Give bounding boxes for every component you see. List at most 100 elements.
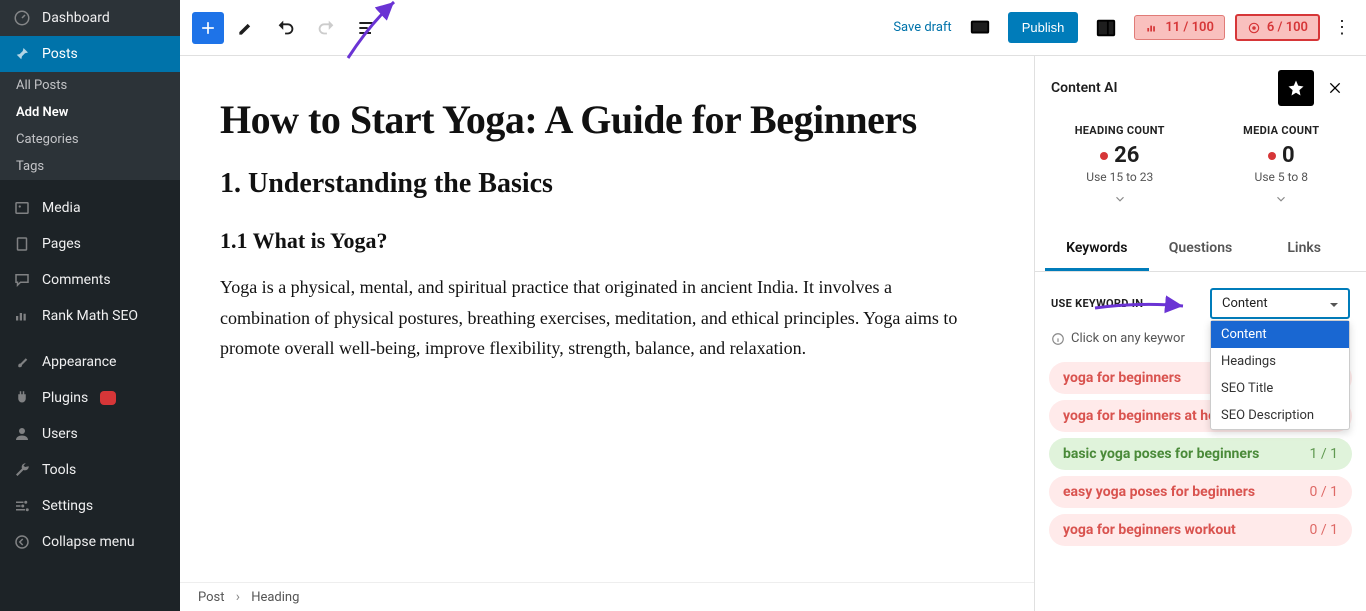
wp-admin-sidebar: Dashboard Posts All Posts Add New Catego… xyxy=(0,0,180,611)
media-count-range: Use 5 to 8 xyxy=(1201,170,1363,184)
sidebar-item-label: Dashboard xyxy=(42,10,110,26)
sidebar-subitem-tags[interactable]: Tags xyxy=(0,153,180,180)
panel-stats: HEADING COUNT 26 Use 15 to 23 MEDIA COUN… xyxy=(1035,116,1366,216)
panel-tabs: Keywords Questions Links xyxy=(1035,228,1366,272)
sidebar-item-label: Appearance xyxy=(42,354,116,370)
use-keyword-select[interactable]: Content xyxy=(1210,288,1350,319)
add-block-button[interactable] xyxy=(192,12,224,44)
dropdown-item-headings[interactable]: Headings xyxy=(1211,348,1349,375)
breadcrumb-current[interactable]: Heading xyxy=(251,590,299,605)
post-heading-h2[interactable]: 1. Understanding the Basics xyxy=(220,168,960,200)
heading-count-label: HEADING COUNT xyxy=(1039,124,1201,137)
sidebar-subitem-add-new[interactable]: Add New xyxy=(0,99,180,126)
editor: Save draft Publish 11 / 100 6 / 100 ⋮ Ho… xyxy=(180,0,1366,611)
keyword-pill[interactable]: yoga for beginners workout 0 / 1 xyxy=(1049,514,1352,546)
sidebar-item-dashboard[interactable]: Dashboard xyxy=(0,0,180,36)
media-count-label: MEDIA COUNT xyxy=(1201,124,1363,137)
content-ai-panel: Content AI HEADING COUNT 26 Use 15 to 2 xyxy=(1034,56,1366,611)
sidebar-item-media[interactable]: Media xyxy=(0,190,180,226)
sidebar-item-comments[interactable]: Comments xyxy=(0,262,180,298)
keyword-text: easy yoga poses for beginners xyxy=(1063,484,1255,500)
use-keyword-dropdown: Content Headings SEO Title SEO Descripti… xyxy=(1210,320,1350,430)
save-draft-button[interactable]: Save draft xyxy=(893,20,951,35)
editor-toolbar: Save draft Publish 11 / 100 6 / 100 ⋮ xyxy=(180,0,1366,56)
dropdown-item-seo-description[interactable]: SEO Description xyxy=(1211,402,1349,429)
sidebar-item-tools[interactable]: Tools xyxy=(0,452,180,488)
chevron-down-icon xyxy=(1113,192,1127,206)
preview-button[interactable] xyxy=(962,10,998,46)
status-dot-icon xyxy=(1100,152,1108,160)
tab-links[interactable]: Links xyxy=(1252,228,1356,271)
keyword-pill[interactable]: basic yoga poses for beginners 1 / 1 xyxy=(1049,438,1352,470)
sidebar-item-collapse[interactable]: Collapse menu xyxy=(0,524,180,560)
user-icon xyxy=(12,424,32,444)
dropdown-item-seo-title[interactable]: SEO Title xyxy=(1211,375,1349,402)
sidebar-item-label: Comments xyxy=(42,272,111,288)
wrench-icon xyxy=(12,460,32,480)
sidebar-item-label: Collapse menu xyxy=(42,534,135,550)
seo-score-pill[interactable]: 11 / 100 xyxy=(1134,15,1225,40)
dashboard-icon xyxy=(12,8,32,28)
keyword-text: yoga for beginners workout xyxy=(1063,522,1236,538)
media-icon xyxy=(12,198,32,218)
sliders-icon xyxy=(12,496,32,516)
sidebar-item-appearance[interactable]: Appearance xyxy=(0,344,180,380)
sidebar-item-rankmath[interactable]: Rank Math SEO xyxy=(0,298,180,334)
sidebar-item-settings[interactable]: Settings xyxy=(0,488,180,524)
sidebar-item-label: Users xyxy=(42,426,78,442)
content-ai-score-pill[interactable]: 6 / 100 xyxy=(1235,14,1320,41)
sidebar-subitem-all-posts[interactable]: All Posts xyxy=(0,72,180,99)
star-button[interactable] xyxy=(1278,70,1314,106)
comments-icon xyxy=(12,270,32,290)
tab-questions[interactable]: Questions xyxy=(1149,228,1253,271)
breadcrumb-separator: › xyxy=(236,589,240,605)
keyword-count: 0 / 1 xyxy=(1310,522,1338,538)
sidebar-item-pages[interactable]: Pages xyxy=(0,226,180,262)
publish-button[interactable]: Publish xyxy=(1008,12,1079,43)
dropdown-item-content[interactable]: Content xyxy=(1211,321,1349,348)
keyword-text: yoga for beginners xyxy=(1063,370,1181,386)
status-dot-icon xyxy=(1268,152,1276,160)
target-icon xyxy=(1247,21,1261,35)
post-heading-h3[interactable]: 1.1 What is Yoga? xyxy=(220,228,960,254)
sidebar-toggle-button[interactable] xyxy=(1088,10,1124,46)
keyword-text: basic yoga poses for beginners xyxy=(1063,446,1259,462)
outline-button[interactable] xyxy=(348,10,384,46)
sidebar-item-posts[interactable]: Posts xyxy=(0,36,180,72)
content-scroll[interactable]: How to Start Yoga: A Guide for Beginners… xyxy=(180,56,1034,611)
sidebar-item-users[interactable]: Users xyxy=(0,416,180,452)
chevron-down-icon xyxy=(1274,192,1288,206)
post-content[interactable]: How to Start Yoga: A Guide for Beginners… xyxy=(220,96,960,364)
tab-keywords[interactable]: Keywords xyxy=(1045,228,1149,271)
panel-scroll[interactable]: Content AI HEADING COUNT 26 Use 15 to 2 xyxy=(1035,56,1366,611)
collapse-icon xyxy=(12,532,32,552)
sidebar-item-label: Posts xyxy=(42,46,78,62)
close-panel-button[interactable] xyxy=(1320,73,1350,103)
pin-icon xyxy=(12,44,32,64)
post-paragraph[interactable]: Yoga is a physical, mental, and spiritua… xyxy=(220,272,960,364)
star-icon xyxy=(1287,79,1305,97)
sidebar-item-label: Media xyxy=(42,200,81,216)
sidebar-item-label: Pages xyxy=(42,236,81,252)
sidebar-item-plugins[interactable]: Plugins xyxy=(0,380,180,416)
plug-icon xyxy=(12,388,32,408)
undo-button[interactable] xyxy=(268,10,304,46)
sidebar-subitem-categories[interactable]: Categories xyxy=(0,126,180,153)
redo-button[interactable] xyxy=(308,10,344,46)
use-keyword-label: USE KEYWORD IN xyxy=(1051,297,1143,310)
heading-count-expand[interactable] xyxy=(1039,192,1201,210)
close-icon xyxy=(1327,80,1343,96)
edit-mode-button[interactable] xyxy=(228,10,264,46)
heading-count-value: 26 xyxy=(1114,143,1139,168)
plugin-updates-badge xyxy=(100,391,116,405)
pages-icon xyxy=(12,234,32,254)
media-count-expand[interactable] xyxy=(1201,192,1363,210)
sidebar-item-label: Tools xyxy=(42,462,76,478)
more-options-button[interactable]: ⋮ xyxy=(1330,17,1354,38)
post-title[interactable]: How to Start Yoga: A Guide for Beginners xyxy=(220,96,960,144)
media-count-stat: MEDIA COUNT 0 Use 5 to 8 xyxy=(1201,124,1363,210)
brush-icon xyxy=(12,352,32,372)
keyword-count: 1 / 1 xyxy=(1310,446,1338,462)
breadcrumb-root[interactable]: Post xyxy=(198,590,225,605)
keyword-pill[interactable]: easy yoga poses for beginners 0 / 1 xyxy=(1049,476,1352,508)
